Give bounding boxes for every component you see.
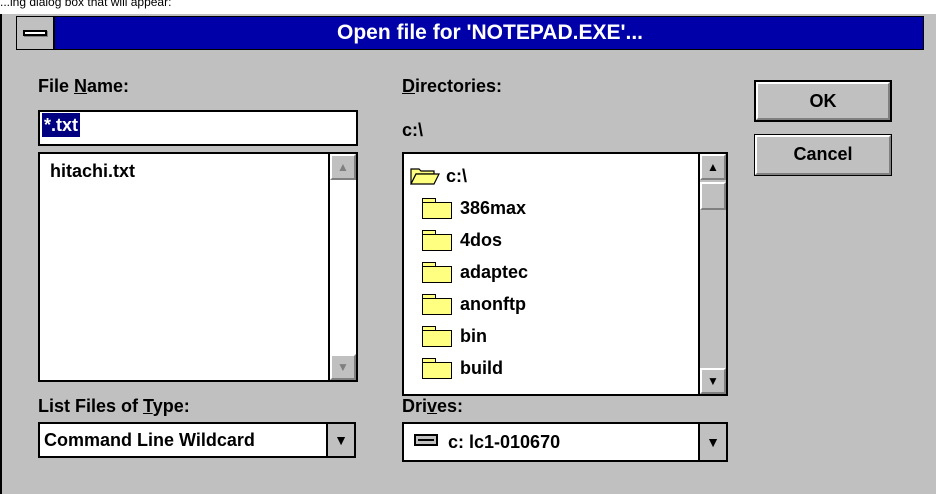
document-caption: ...ing dialog box that will appear: [0,0,936,14]
list-item[interactable]: hitachi.txt [50,158,356,184]
drives-select[interactable]: c: lc1-010670 ▼ [402,422,728,462]
file-type-value: Command Line Wildcard [44,430,255,450]
directory-list-scrollbar[interactable]: ▲ ▼ [698,154,726,394]
scroll-down-icon[interactable]: ▼ [330,354,356,380]
file-list[interactable]: hitachi.txt ▲ ▼ [38,152,358,382]
hard-drive-icon [414,434,438,446]
folder-icon [422,326,452,347]
file-name-label: File Name: [38,76,130,96]
system-menu-icon[interactable] [17,17,55,49]
directory-item[interactable]: anonftp [410,288,690,320]
directory-item[interactable]: 386max [410,192,690,224]
drives-label: Drives: [402,396,464,416]
open-folder-icon [410,168,440,185]
dropdown-arrow-icon[interactable]: ▼ [326,424,354,456]
open-file-dialog: Open file for 'NOTEPAD.EXE'... File Name… [0,14,936,494]
directory-list[interactable]: c:\ 386max 4dos adaptec anonftp bin buil… [402,152,728,396]
file-name-input[interactable]: *.txt [38,110,358,146]
window-title: Open file for 'NOTEPAD.EXE'... [337,21,643,44]
arrow-down-icon[interactable]: ▼ [700,368,726,394]
caption-text: ...ing dialog box that will appear: [0,0,172,9]
arrow-up-icon[interactable]: ▲ [700,154,726,180]
drives-value: c: lc1-010670 [448,432,561,452]
directory-item[interactable]: bin [410,320,690,352]
directory-item[interactable]: 4dos [410,224,690,256]
folder-icon [422,358,452,379]
directory-item[interactable]: adaptec [410,256,690,288]
directories-label: Directories: [402,76,503,96]
directory-label: 386max [460,197,527,218]
cancel-button[interactable]: Cancel [754,134,892,176]
directory-item-root[interactable]: c:\ [410,160,690,192]
directory-item[interactable]: build [410,352,690,384]
directory-label: anonftp [460,293,526,314]
dropdown-arrow-icon[interactable]: ▼ [698,424,726,460]
directory-label: build [460,357,503,378]
file-type-select[interactable]: Command Line Wildcard ▼ [38,422,356,458]
ok-button[interactable]: OK [754,80,892,122]
file-name-value: *.txt [42,113,81,137]
folder-icon [422,294,452,315]
scroll-up-icon[interactable]: ▲ [330,154,356,180]
directory-label: bin [460,325,487,346]
folder-icon [422,230,452,251]
directory-label: 4dos [460,229,503,250]
current-path: c:\ [402,120,424,140]
file-type-label: List Files of Type: [38,396,190,416]
scroll-thumb[interactable] [700,182,726,210]
directory-label: c:\ [446,165,468,186]
folder-icon [422,198,452,219]
folder-icon [422,262,452,283]
directory-label: adaptec [460,261,529,282]
title-bar[interactable]: Open file for 'NOTEPAD.EXE'... [16,16,924,50]
file-list-scrollbar[interactable]: ▲ ▼ [328,154,356,380]
